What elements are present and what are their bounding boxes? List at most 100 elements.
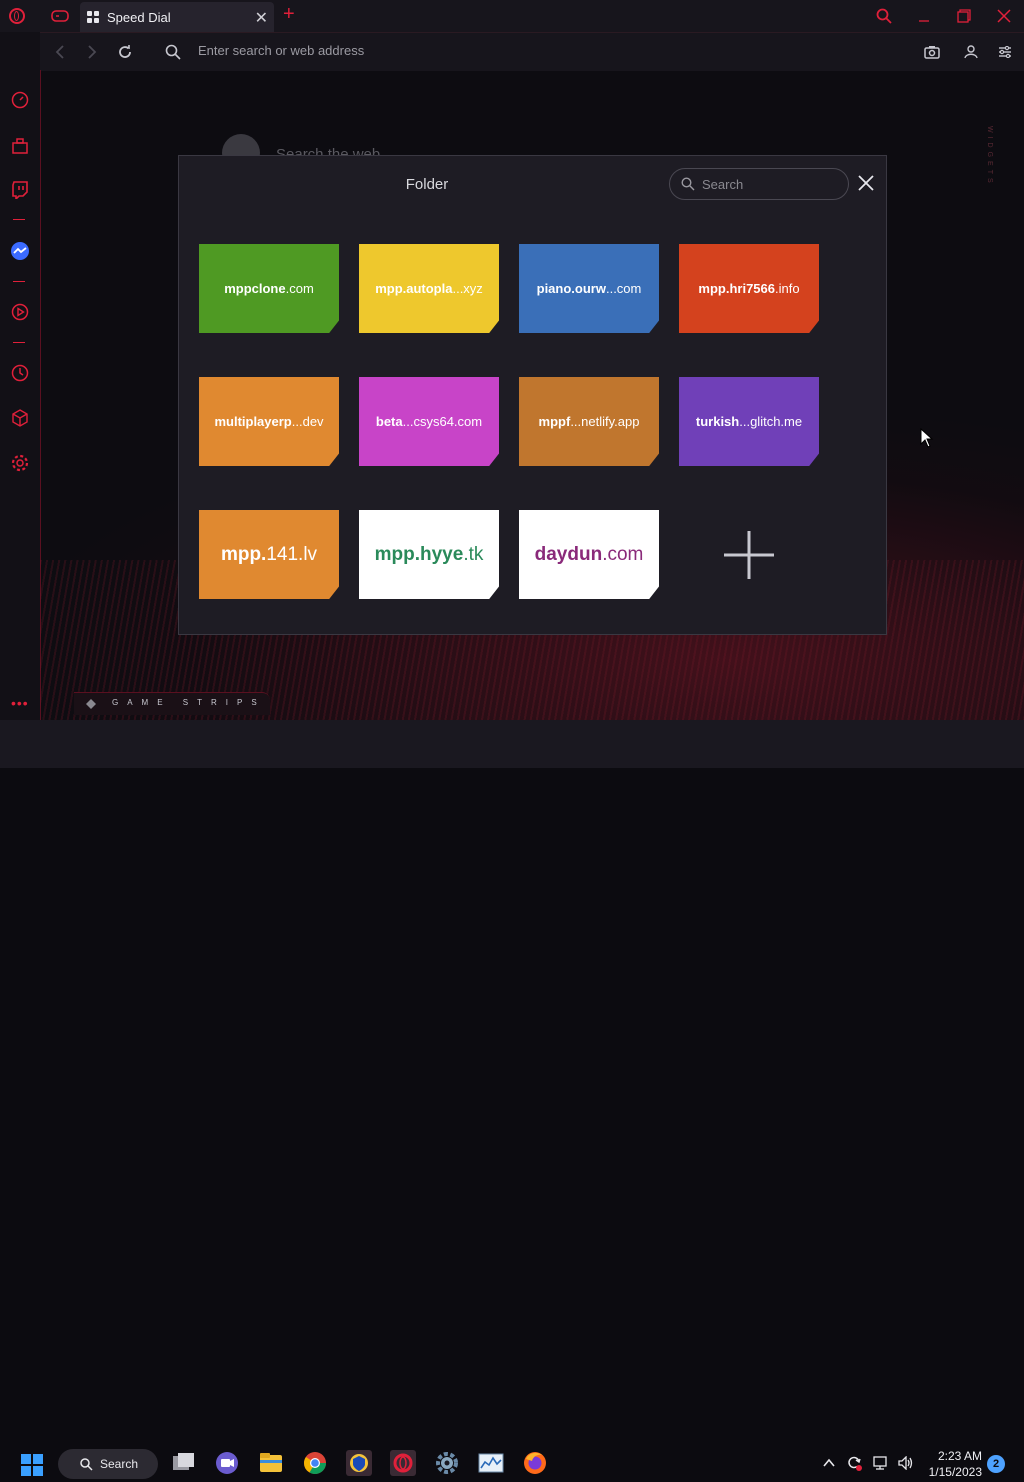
speed-dial-tile[interactable]: mpp. 141.lv <box>199 510 339 599</box>
bitwarden-app-icon[interactable] <box>346 1450 372 1476</box>
opera-menu-icon[interactable] <box>9 8 25 24</box>
browser-window: Speed Dial ✕ + Enter search or web addre… <box>0 0 1024 720</box>
folder-title[interactable]: Folder <box>179 176 675 193</box>
address-bar: Enter search or web address <box>40 32 1024 71</box>
speed-dial-tile[interactable]: mpp.autopla ...xyz <box>359 244 499 333</box>
back-icon[interactable] <box>50 42 70 62</box>
restore-icon[interactable] <box>954 6 974 26</box>
tile-label-bold: turkish <box>695 414 740 429</box>
clock-date: 1/15/2023 <box>928 1465 982 1479</box>
address-input[interactable]: Enter search or web address <box>198 43 364 58</box>
tile-label-rest: ...xyz <box>452 281 483 296</box>
speed-dial-tile[interactable]: beta ...csys64.com <box>359 377 499 466</box>
tile-label-rest: ...com <box>605 281 642 296</box>
more-options-icon[interactable]: ••• <box>11 695 29 711</box>
network-icon[interactable] <box>873 1456 889 1470</box>
sidebar <box>0 32 40 720</box>
tile-label-rest: .com <box>602 543 644 565</box>
minimize-icon[interactable] <box>914 6 934 26</box>
gamepad-icon[interactable] <box>50 8 70 24</box>
extensions-cube-icon[interactable] <box>10 408 30 428</box>
new-tab-button[interactable]: + <box>283 3 295 26</box>
speed-dial-tile[interactable]: mppf ...netlify.app <box>519 377 659 466</box>
tile-label-rest: ...dev <box>291 414 324 429</box>
speed-dial-tile[interactable]: daydun .com <box>519 510 659 599</box>
speedometer-icon[interactable] <box>10 90 30 110</box>
close-window-icon[interactable] <box>994 6 1014 26</box>
sidebar-separator <box>13 219 25 220</box>
folder-search-placeholder: Search <box>702 177 744 192</box>
settings-gear-icon[interactable] <box>10 453 30 473</box>
tile-label-bold: daydun <box>534 543 603 565</box>
tab-close-icon[interactable]: ✕ <box>255 8 268 28</box>
speed-dial-tile[interactable]: mpp.hri7566 .info <box>679 244 819 333</box>
camera-icon[interactable] <box>922 42 942 62</box>
tile-label-bold: mpp.hri7566 <box>698 281 775 296</box>
file-explorer-icon[interactable] <box>258 1450 284 1476</box>
tile-label-rest: 141.lv <box>266 543 318 565</box>
mouse-cursor-icon <box>920 428 934 448</box>
tile-label-bold: beta <box>375 414 403 429</box>
speed-dial-tile[interactable]: piano.ourw ...com <box>519 244 659 333</box>
messenger-icon[interactable] <box>10 241 30 261</box>
search-icon <box>80 1458 93 1471</box>
history-icon[interactable] <box>10 363 30 383</box>
tile-label-rest: .info <box>775 281 800 296</box>
search-icon <box>681 177 695 191</box>
task-view-icon[interactable] <box>170 1450 196 1476</box>
notification-badge[interactable]: 2 <box>987 1455 1005 1473</box>
diamond-icon <box>86 699 96 709</box>
speed-dial-icon <box>87 11 99 23</box>
speed-dial-tile[interactable]: turkish ...glitch.me <box>679 377 819 466</box>
settings-icon[interactable] <box>434 1450 460 1476</box>
tile-label-bold: mpp. <box>220 543 267 565</box>
speed-dial-tile[interactable]: multiplayerp ...dev <box>199 377 339 466</box>
taskbar-search-label: Search <box>100 1457 139 1471</box>
teams-chat-icon[interactable] <box>214 1450 240 1476</box>
clock-time: 2:23 AM <box>937 1449 982 1463</box>
twitch-icon[interactable] <box>10 180 30 200</box>
firefox-icon[interactable] <box>522 1450 548 1476</box>
search-icon <box>163 42 183 62</box>
tile-label-bold: mpp.hyye <box>374 543 464 565</box>
resource-monitor-icon[interactable] <box>478 1450 504 1476</box>
tile-label-rest: .com <box>285 281 314 296</box>
speed-dial-tile[interactable]: mppclone .com <box>199 244 339 333</box>
game-strips-bar[interactable]: GAME STRIPS <box>74 692 270 715</box>
sidebar-separator <box>13 281 25 282</box>
folder-search-input[interactable]: Search <box>669 168 849 200</box>
taskbar-search-button[interactable]: Search <box>58 1449 158 1479</box>
speed-dial-tile[interactable]: mpp.hyye .tk <box>359 510 499 599</box>
account-icon[interactable] <box>961 42 981 62</box>
forward-icon[interactable] <box>82 42 102 62</box>
tab-title: Speed Dial <box>107 9 171 25</box>
chrome-icon[interactable] <box>302 1450 328 1476</box>
close-icon[interactable] <box>857 174 875 192</box>
folder-dialog: Folder Search mppclone .com mpp.autopla...… <box>178 155 887 635</box>
tile-label-rest: ...netlify.app <box>570 414 640 429</box>
sync-icon[interactable] <box>846 1455 862 1471</box>
windows-taskbar: Search 2:23 AM 1/15/2023 2 <box>0 720 1024 1479</box>
search-tabs-icon[interactable] <box>874 6 894 26</box>
widgets-label[interactable]: WIDGETS <box>986 126 993 187</box>
plus-icon <box>724 531 774 579</box>
easy-setup-icon[interactable] <box>995 42 1015 62</box>
player-icon[interactable] <box>10 302 30 322</box>
tile-label-rest: ...glitch.me <box>739 414 803 429</box>
tile-label-rest: .tk <box>463 543 484 565</box>
tile-label-bold: mppclone <box>224 281 286 296</box>
add-site-button[interactable] <box>679 511 819 600</box>
tile-label-rest: ...csys64.com <box>402 414 483 429</box>
system-clock[interactable]: 2:23 AM 1/15/2023 <box>920 1448 982 1480</box>
tile-label-bold: multiplayerp <box>214 414 292 429</box>
chevron-up-icon[interactable] <box>823 1458 835 1468</box>
reload-icon[interactable] <box>115 42 135 62</box>
opera-gx-icon[interactable] <box>390 1450 416 1476</box>
tab-speed-dial[interactable]: Speed Dial ✕ <box>80 2 274 32</box>
start-windows-icon[interactable] <box>20 1453 44 1477</box>
tile-label-bold: mppf <box>538 414 571 429</box>
volume-icon[interactable] <box>898 1456 914 1470</box>
tile-label-bold: mpp.autopla <box>375 281 453 296</box>
game-strips-label: GAME STRIPS <box>112 698 266 707</box>
gx-corner-icon[interactable] <box>10 136 30 156</box>
